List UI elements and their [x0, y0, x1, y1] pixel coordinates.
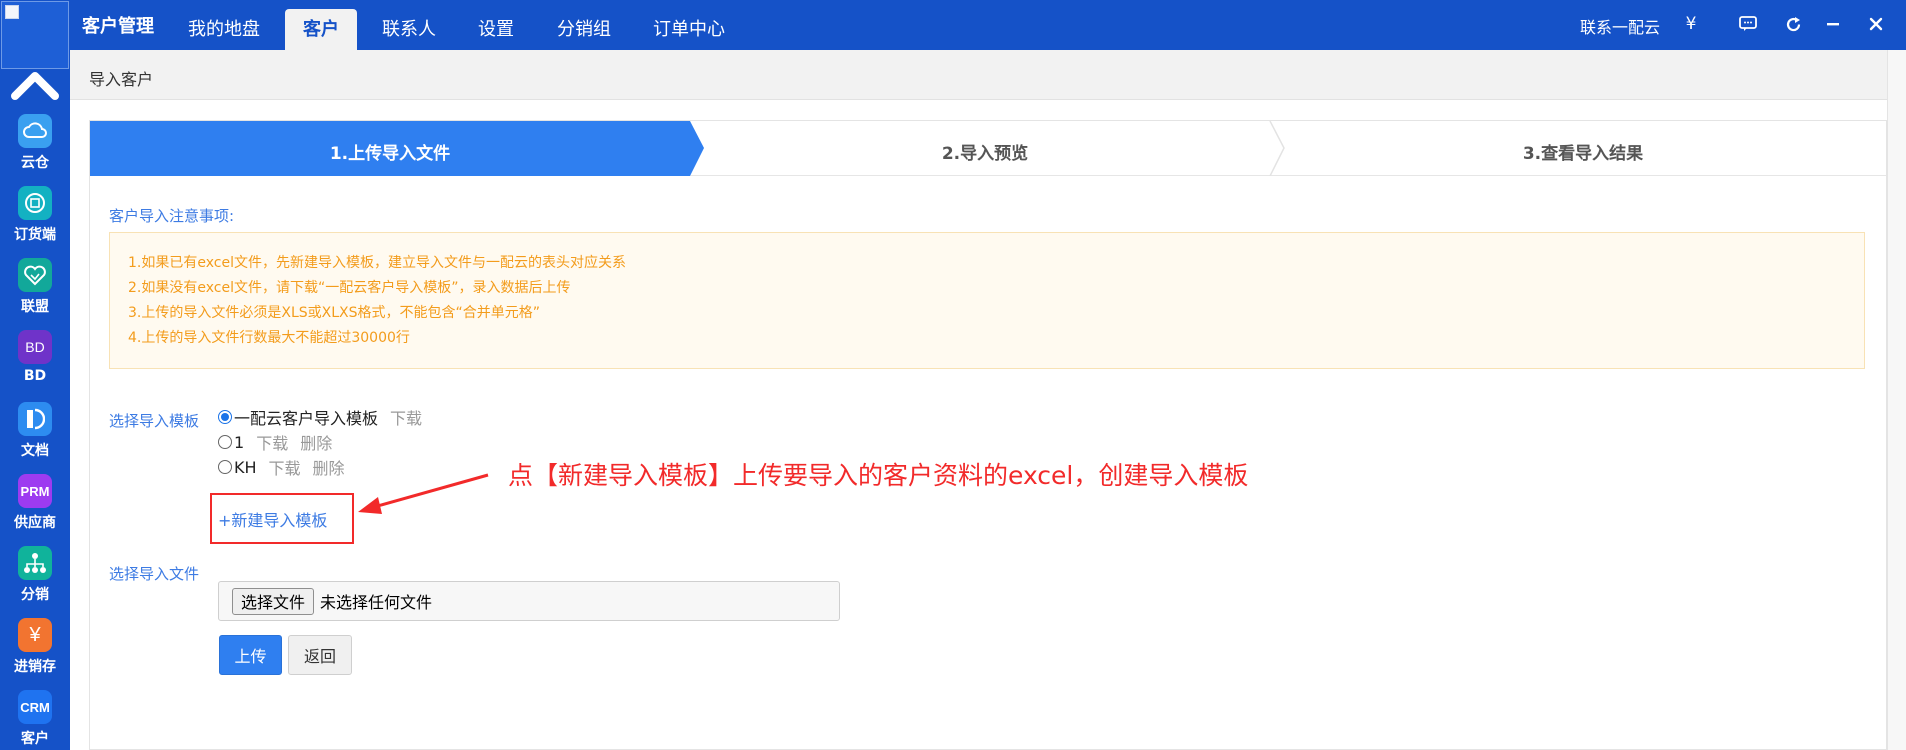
template-option: KH 下载 删除 [218, 456, 345, 478]
sidebar-item-documents[interactable]: 文档 [0, 402, 70, 474]
broken-image-icon [5, 5, 19, 19]
step-view-result: 3.查看导入结果 [1522, 144, 1644, 164]
step-indicator: 1.上传导入文件 2.导入预览 3.查看导入结果 [90, 121, 1886, 176]
close-icon[interactable] [1865, 13, 1887, 35]
chevron-up-icon[interactable] [11, 68, 59, 102]
page-header: 导入客户 [70, 50, 1906, 100]
sidebar-item-cloud-warehouse[interactable]: 云仓 [0, 114, 70, 186]
sidebar-item-inventory[interactable]: ¥ 进销存 [0, 618, 70, 690]
sidebar-item-bd[interactable]: BD BD [0, 330, 70, 402]
sidebar-item-label: 进销存 [14, 659, 56, 675]
step-import-preview: 2.导入预览 [941, 144, 1029, 164]
new-template-link[interactable]: +新建导入模板 [218, 507, 327, 531]
tab-settings[interactable]: 设置 [460, 9, 532, 50]
crm-icon: CRM [18, 690, 52, 724]
note-line: 1.如果已有excel文件，先新建导入模板，建立导入文件与一配云的表头对应关系 [128, 255, 626, 271]
sidebar-item-crm[interactable]: CRM 客户 [0, 690, 70, 750]
template-name: 一配云客户导入模板 [234, 409, 379, 428]
import-panel: 1.上传导入文件 2.导入预览 3.查看导入结果 客户导入注意事项: 1.如果已… [89, 120, 1887, 750]
handshake-icon [18, 258, 52, 292]
sidebar-item-label: 联盟 [21, 299, 49, 315]
download-link[interactable]: 下载 [256, 430, 288, 454]
download-link[interactable]: 下载 [269, 455, 301, 479]
page-title: 导入客户 [89, 70, 154, 89]
delete-link[interactable]: 删除 [313, 455, 345, 479]
template-name: KH [234, 457, 257, 477]
template-radio[interactable] [218, 410, 232, 424]
left-sidebar: 云仓 订货端 联盟 BD BD 文档 PRM 供应商 分销 ¥ 进销存 CRM … [0, 0, 70, 750]
refresh-icon[interactable] [1782, 13, 1804, 35]
contact-link[interactable]: 联系一配云 [1580, 14, 1660, 38]
chat-icon[interactable] [1737, 13, 1759, 35]
tab-contacts[interactable]: 联系人 [364, 9, 454, 50]
download-link[interactable]: 下载 [390, 405, 422, 429]
sidebar-item-distribution[interactable]: 分销 [0, 546, 70, 618]
note-line: 2.如果没有excel文件，请下载“一配云客户导入模板”，录入数据后上传 [128, 280, 571, 296]
choose-file-button[interactable]: 选择文件 [232, 587, 315, 615]
sidebar-item-label: 客户 [21, 731, 49, 747]
sidebar-item-alliance[interactable]: 联盟 [0, 258, 70, 330]
sidebar-item-label: 云仓 [21, 155, 49, 171]
yen-icon[interactable]: ¥ [1680, 13, 1702, 35]
sidebar-item-label: 文档 [21, 443, 49, 459]
app-logo[interactable] [1, 1, 69, 69]
sidebar-item-label: 分销 [21, 587, 49, 603]
minimize-icon[interactable] [1822, 13, 1844, 35]
app-title: 客户管理 [82, 16, 154, 37]
annotation-callout: 点【新建导入模板】上传要导入的客户资料的excel，创建导入模板 [508, 461, 1249, 490]
cloud-icon [18, 114, 52, 148]
sidebar-item-label: 订货端 [14, 227, 56, 243]
template-radio[interactable] [218, 435, 232, 449]
sidebar-item-label: BD [23, 368, 47, 384]
note-line: 3.上传的导入文件必须是XLS或XLXS格式，不能包含“合并单元格” [128, 305, 541, 321]
yen-icon: ¥ [18, 618, 52, 652]
template-name: 1 [234, 432, 245, 452]
hierarchy-icon [18, 546, 52, 580]
file-status: 未选择任何文件 [320, 593, 433, 612]
document-icon [18, 402, 52, 436]
delete-link[interactable]: 删除 [300, 430, 332, 454]
template-radio[interactable] [218, 460, 232, 474]
upload-button[interactable]: 上传 [219, 635, 282, 675]
notes-title: 客户导入注意事项: [109, 207, 235, 225]
app-window: 云仓 订货端 联盟 BD BD 文档 PRM 供应商 分销 ¥ 进销存 CRM … [0, 0, 1906, 750]
scrollbar[interactable] [1887, 50, 1906, 750]
template-label: 选择导入模板 [109, 412, 200, 430]
tab-my-territory[interactable]: 我的地盘 [170, 9, 278, 50]
tab-order-center[interactable]: 订单中心 [635, 9, 743, 50]
order-icon [18, 186, 52, 220]
back-button[interactable]: 返回 [288, 635, 352, 675]
sidebar-item-label: 供应商 [14, 515, 56, 531]
template-option: 1 下载 删除 [218, 431, 332, 453]
tab-customers[interactable]: 客户 [285, 9, 357, 50]
annotation-arrow-icon [358, 473, 489, 514]
step-upload-file: 1.上传导入文件 [329, 144, 451, 164]
bd-icon: BD [18, 330, 52, 364]
note-line: 4.上传的导入文件行数最大不能超过30000行 [128, 330, 410, 346]
tab-distribution-groups[interactable]: 分销组 [539, 9, 629, 50]
file-label: 选择导入文件 [109, 565, 200, 583]
top-navigation-bar: 客户管理 我的地盘 客户 联系人 设置 分销组 订单中心 联系一配云 ¥ [70, 0, 1906, 50]
sidebar-item-order-end[interactable]: 订货端 [0, 186, 70, 258]
template-option: 一配云客户导入模板 下载 [218, 406, 422, 428]
file-input[interactable]: 选择文件 未选择任何文件 [218, 581, 840, 621]
prm-icon: PRM [18, 474, 52, 508]
notes-box: 1.如果已有excel文件，先新建导入模板，建立导入文件与一配云的表头对应关系 … [109, 232, 1865, 369]
sidebar-item-supplier[interactable]: PRM 供应商 [0, 474, 70, 546]
